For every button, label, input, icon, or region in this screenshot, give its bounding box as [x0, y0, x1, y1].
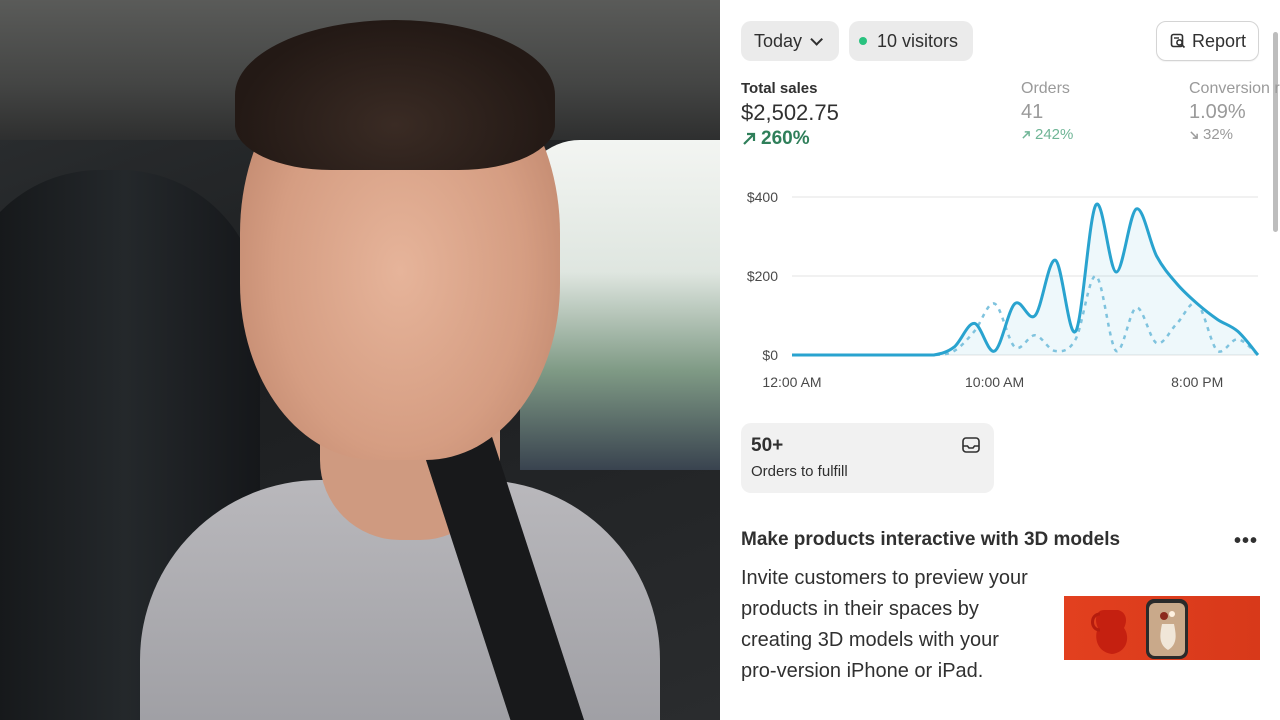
- y-tick-label: $200: [747, 268, 778, 284]
- metric-delta-value: 260%: [761, 128, 810, 149]
- inbox-icon: [962, 437, 980, 453]
- series-area: [792, 204, 1258, 355]
- orders-card-label: Orders to fulfill: [751, 463, 848, 480]
- y-tick-label: $0: [762, 347, 778, 363]
- more-options-icon[interactable]: •••: [1234, 530, 1258, 553]
- promo-image: [1064, 596, 1260, 660]
- metric-delta: 32%: [1189, 126, 1280, 143]
- arrow-up-right-icon: [1022, 130, 1030, 139]
- promo-title: Make products interactive with 3D models: [741, 529, 1121, 550]
- live-dot-icon: [859, 37, 867, 45]
- chevron-down-icon: [810, 32, 824, 46]
- metric-delta: 242%: [1021, 126, 1073, 143]
- y-tick-label: $400: [747, 189, 778, 205]
- x-tick-label: 10:00 AM: [965, 374, 1024, 390]
- promo-body: Invite customers to preview your product…: [741, 567, 1028, 682]
- x-tick-label: 12:00 AM: [762, 374, 821, 390]
- orders-to-fulfill-card[interactable]: 50+ Orders to fulfill: [741, 423, 994, 493]
- visitors-label: 10 visitors: [877, 30, 959, 51]
- metric-label: Orders: [1021, 80, 1070, 97]
- metric-label: Conversion r: [1189, 80, 1280, 97]
- orders-count: 50+: [751, 435, 784, 456]
- report-label: Report: [1192, 30, 1247, 51]
- report-icon: [1170, 33, 1186, 49]
- metric-conversion-rate[interactable]: Conversion r 1.09% 32%: [1189, 80, 1280, 143]
- camera-feed: [0, 0, 720, 720]
- arrow-down-right-icon: [1190, 130, 1198, 139]
- metric-label: Total sales: [741, 80, 818, 97]
- date-filter-label: Today: [754, 30, 803, 51]
- date-filter-button[interactable]: Today: [741, 21, 839, 61]
- metric-total-sales[interactable]: Total sales $2,502.75 260%: [741, 80, 839, 150]
- metric-orders[interactable]: Orders 41 242%: [1021, 80, 1073, 143]
- analytics-panel: Today 10 visitors Report Total sales $2,…: [720, 0, 1280, 720]
- metric-delta-value: 242%: [1035, 126, 1074, 143]
- live-visitors-badge[interactable]: 10 visitors: [849, 21, 973, 61]
- metric-value: 1.09%: [1189, 101, 1246, 123]
- sales-over-time-chart: $400 $200 $0 12:00 AM 10:00 AM 8:00 PM: [747, 189, 1260, 390]
- report-button[interactable]: Report: [1156, 21, 1259, 61]
- x-tick-label: 8:00 PM: [1171, 374, 1223, 390]
- metric-delta: 260%: [741, 128, 839, 150]
- metric-value: 41: [1021, 101, 1044, 123]
- person-hair: [235, 20, 555, 170]
- metric-value: $2,502.75: [741, 100, 839, 125]
- metric-delta-value: 32%: [1203, 126, 1234, 143]
- arrow-up-right-icon: [743, 132, 756, 145]
